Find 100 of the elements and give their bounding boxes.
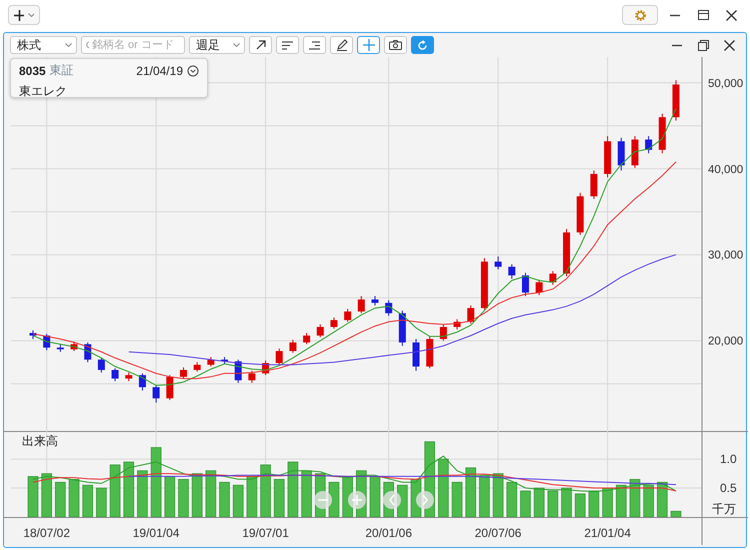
left-chevron-icon[interactable] — [383, 491, 401, 509]
volume-bar — [643, 484, 654, 518]
candlestick — [590, 170, 598, 200]
volume-bar — [492, 473, 504, 518]
market-label: 東証 — [50, 62, 74, 79]
candlestick — [262, 360, 270, 376]
diagonal-arrow-icon — [256, 40, 266, 50]
plus-icon — [14, 10, 24, 20]
align-right-button[interactable] — [303, 36, 326, 54]
camera-button[interactable] — [384, 36, 407, 54]
candlestick — [480, 258, 488, 310]
axis-label: 20/01/06 — [365, 526, 412, 540]
candlestick — [672, 80, 680, 122]
axis-label: 21/01/04 — [584, 526, 631, 540]
trendline-button[interactable] — [249, 36, 272, 54]
volume-bar — [246, 476, 258, 518]
candlestick — [56, 344, 64, 352]
volume-bar — [479, 476, 490, 518]
market-select[interactable]: 株式 — [10, 36, 77, 54]
axis-label: 40,000 — [708, 164, 744, 176]
volume-bar — [452, 482, 462, 518]
candlestick — [412, 338, 420, 372]
axis-label: 20/07/06 — [474, 526, 522, 540]
volume-bar — [574, 494, 586, 518]
candlestick — [454, 318, 461, 330]
volume-bar — [656, 482, 668, 518]
volume-bar — [274, 479, 285, 518]
search-icon — [86, 40, 89, 50]
candlestick — [549, 270, 556, 286]
candlestick — [316, 324, 324, 338]
crosshair-icon — [362, 39, 374, 51]
volume-bar — [438, 458, 449, 518]
volume-bar — [55, 482, 66, 518]
period-select[interactable]: 週足 — [189, 36, 245, 54]
chevron-down-icon[interactable] — [187, 64, 199, 76]
candlestick — [344, 308, 352, 322]
candlestick — [43, 333, 50, 351]
volume-bar — [301, 470, 312, 518]
volume-bar — [370, 476, 380, 518]
volume-bar — [328, 482, 340, 518]
axis-label: 19/01/04 — [132, 526, 180, 540]
candlestick — [576, 192, 584, 236]
pencil-icon — [336, 39, 348, 51]
volume-bar — [137, 470, 148, 518]
axis-label: 20,000 — [708, 336, 744, 348]
candlestick — [112, 368, 119, 382]
zoom-out-icon[interactable] — [314, 491, 332, 509]
candlestick — [618, 137, 625, 171]
volume-bar — [520, 490, 531, 518]
settings-button[interactable] — [622, 5, 658, 25]
volume-bar — [41, 473, 52, 518]
volume-bar — [465, 467, 476, 518]
candlestick — [358, 296, 365, 314]
caret-icon — [65, 43, 72, 47]
volume-bar — [232, 484, 244, 518]
volume-bar — [28, 476, 38, 518]
volume-bar — [548, 490, 558, 518]
date-label: 21/04/19 — [136, 64, 183, 78]
right-lines-icon — [309, 40, 320, 50]
add-button[interactable] — [8, 5, 40, 25]
candlestick — [440, 324, 447, 342]
axis-label: 1.0 — [720, 452, 737, 466]
volume-bar — [260, 464, 271, 518]
volume-bar — [506, 482, 518, 518]
candlestick — [30, 330, 36, 340]
candlestick — [70, 341, 78, 352]
candlestick — [398, 310, 406, 346]
volume-bar — [96, 488, 107, 518]
candlestick — [658, 113, 666, 154]
pencil-button[interactable] — [330, 36, 353, 54]
candlestick — [536, 279, 543, 296]
volume-bar — [588, 490, 600, 518]
volume-bar — [561, 488, 572, 518]
axis-label: 30,000 — [708, 250, 744, 262]
volume-bar — [630, 479, 640, 518]
candlestick — [494, 256, 502, 270]
volume-bar — [82, 484, 94, 518]
axis-label: 0.5 — [720, 481, 737, 496]
candlestick — [125, 372, 132, 382]
candlestick — [289, 339, 296, 354]
candlestick — [563, 228, 570, 277]
candlestick — [138, 372, 146, 392]
candlestick — [207, 356, 214, 368]
stock-name: 東エレク — [19, 83, 67, 100]
volume-bar — [192, 473, 202, 518]
axis-label: 19/07/01 — [242, 526, 289, 540]
volume-bar — [616, 484, 627, 518]
candlestick — [248, 370, 256, 384]
caret-icon — [233, 43, 240, 47]
candlestick — [276, 348, 283, 366]
candlestick — [152, 384, 160, 404]
camera-icon — [389, 40, 402, 50]
volume-bar — [164, 476, 176, 518]
search-field[interactable]: 銘柄名 or コード — [81, 36, 185, 54]
candlestick — [180, 366, 187, 380]
candlestick — [426, 336, 434, 369]
candlestick — [372, 296, 378, 306]
candlestick — [221, 356, 228, 364]
candlestick — [631, 136, 638, 168]
align-left-button[interactable] — [276, 36, 299, 54]
